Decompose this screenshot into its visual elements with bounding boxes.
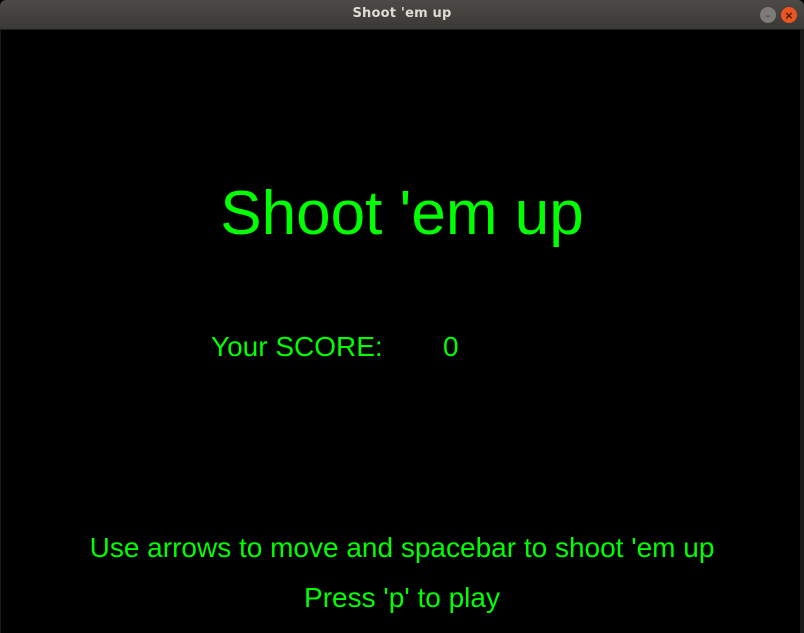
instructions-text: Use arrows to move and spacebar to shoot… — [89, 532, 715, 563]
window-titlebar[interactable]: Shoot 'em up – × — [0, 0, 804, 30]
window-title: Shoot 'em up — [352, 6, 452, 21]
close-icon: × — [784, 8, 794, 22]
game-title: Shoot 'em up — [220, 179, 584, 248]
score-label: Your SCORE: — [211, 331, 383, 362]
minimize-button[interactable]: – — [760, 7, 776, 23]
minimize-icon: – — [765, 8, 771, 22]
play-prompt: Press 'p' to play — [304, 582, 500, 613]
game-window: Shoot 'em up – × Shoot 'em up Your SCORE… — [0, 0, 804, 633]
close-button[interactable]: × — [781, 7, 797, 23]
score-value: 0 — [443, 331, 459, 362]
